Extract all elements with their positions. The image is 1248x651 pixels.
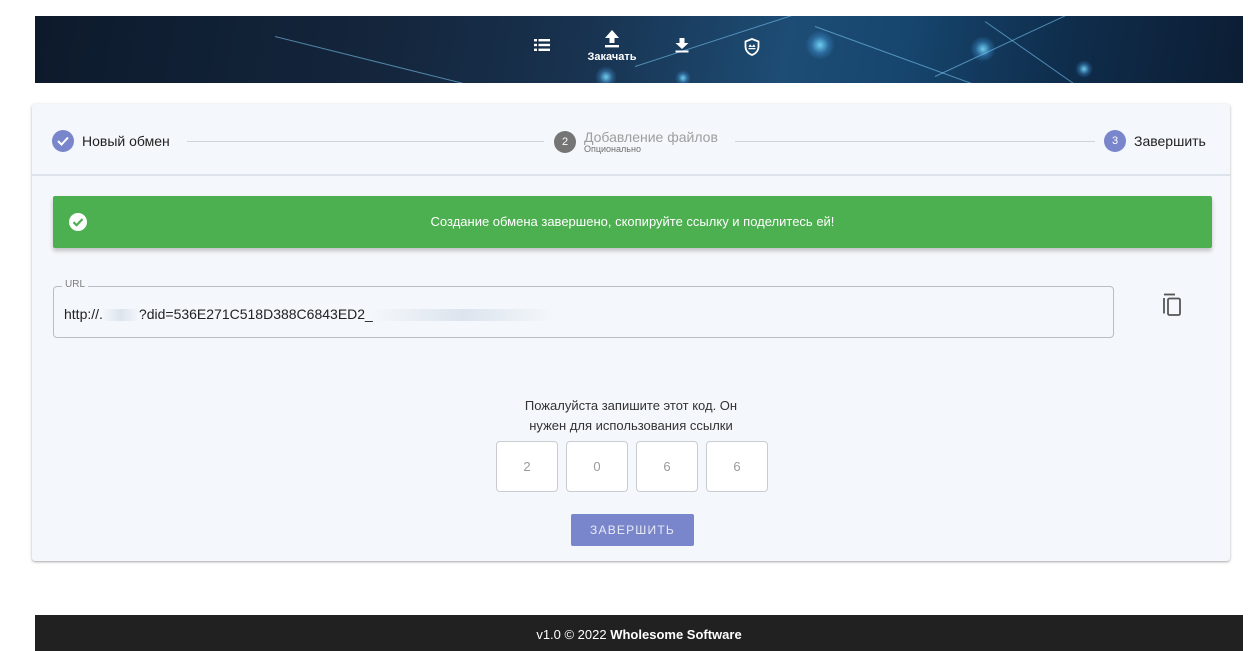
share-url-field[interactable]: URL http://. ?did=536E271C518D388C6843ED2… [53, 279, 1114, 338]
app-footer: v1.0 © 2022 Wholesome Software [35, 615, 1243, 651]
step-label: Завершить [1134, 133, 1206, 149]
success-alert: Создание обмена завершено, скопируйте сс… [53, 196, 1212, 248]
code-hint-line1: Пожалуйста запишите этот код. Он [524, 398, 738, 413]
step-label: Добавление файлов [584, 129, 718, 145]
header-decoration [274, 36, 489, 83]
step-new-exchange: Новый обмен [52, 130, 170, 152]
code-hint: Пожалуйста запишите этот код. Он нужен д… [481, 396, 781, 436]
stepper: Новый обмен 2 Добавление файлов Опционал… [32, 104, 1230, 176]
header-decoration [970, 36, 996, 62]
success-message: Создание обмена завершено, скопируйте сс… [430, 214, 835, 229]
code-digit: 2 [496, 441, 558, 492]
step-connector [735, 141, 1095, 142]
step-label: Новый обмен [82, 133, 170, 149]
copy-icon [1163, 293, 1181, 316]
download-icon [675, 38, 689, 53]
step-sublabel: Опционально [584, 144, 641, 154]
upload-icon [605, 30, 619, 48]
header-decoration [934, 16, 1153, 77]
shield-icon [744, 38, 760, 56]
header-decoration [814, 26, 1098, 83]
step-add-files: 2 Добавление файлов Опционально [554, 130, 718, 154]
header-decoration [1075, 60, 1093, 78]
step-finish: 3 Завершить [1104, 130, 1206, 152]
code-digit: 6 [706, 441, 768, 492]
nav-upload-label: Закачать [587, 51, 637, 63]
step-number-badge: 3 [1104, 130, 1126, 152]
url-query: ?did=536E271C518D388C6843ED2_ [138, 306, 373, 322]
code-hint-line2: нужен для использования ссылки [529, 418, 733, 433]
step-number-badge: 2 [554, 131, 576, 153]
url-redacted [372, 309, 553, 322]
app-header: Закачать [35, 16, 1243, 83]
url-redacted [102, 309, 139, 322]
check-icon [57, 136, 69, 146]
copy-url-button[interactable] [1157, 290, 1187, 320]
finish-button[interactable]: Завершить [571, 514, 694, 546]
list-icon [534, 39, 550, 51]
nav-security[interactable] [717, 16, 787, 83]
url-field-legend: URL [62, 279, 89, 290]
share-url-value[interactable]: http://. ?did=536E271C518D388C6843ED2_ [64, 306, 553, 322]
header-decoration [805, 30, 835, 60]
nav-list[interactable] [507, 16, 577, 83]
code-digit: 0 [566, 441, 628, 492]
main-nav: Закачать [507, 16, 787, 83]
nav-upload[interactable]: Закачать [577, 16, 647, 83]
footer-company: Wholesome Software [610, 627, 742, 642]
url-prefix: http://. [64, 306, 103, 322]
code-digit: 6 [636, 441, 698, 492]
footer-version: v1.0 © 2022 [536, 627, 611, 642]
share-card: Новый обмен 2 Добавление файлов Опционал… [32, 104, 1230, 561]
step-complete-badge [52, 130, 74, 152]
nav-download[interactable] [647, 16, 717, 83]
step-connector [187, 141, 544, 142]
access-code: 2 0 6 6 [496, 441, 776, 492]
header-decoration [984, 21, 1150, 83]
